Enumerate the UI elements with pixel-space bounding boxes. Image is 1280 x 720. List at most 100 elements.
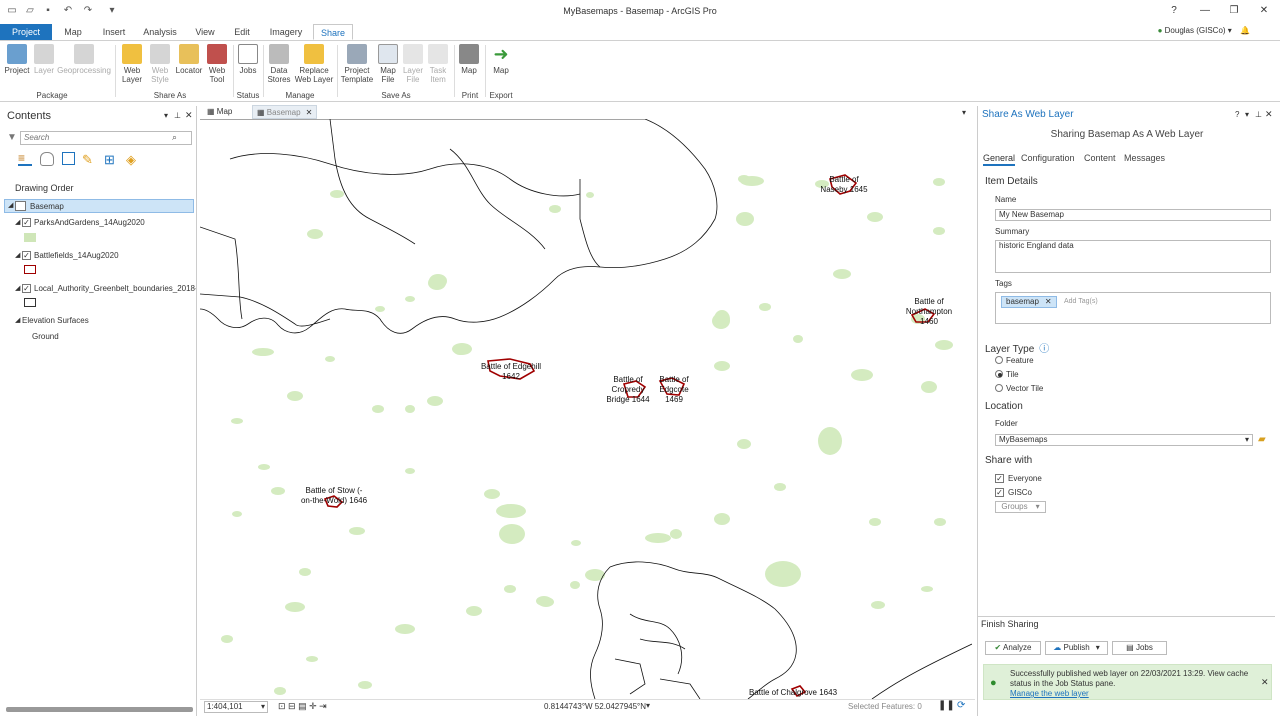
tab-content[interactable]: Content — [1084, 153, 1116, 163]
replace-web-layer-button[interactable]: Replace Web Layer — [294, 44, 334, 84]
list-by-source-icon[interactable] — [40, 152, 54, 166]
tab-general[interactable]: General — [983, 153, 1016, 166]
tab-project[interactable]: Project — [0, 24, 52, 40]
tab-share[interactable]: Share — [313, 24, 353, 40]
locator-button[interactable]: Locator — [174, 44, 204, 75]
ground-label[interactable]: Ground — [32, 332, 59, 341]
tab-insert[interactable]: Insert — [98, 24, 130, 40]
help-button[interactable]: ? — [1166, 4, 1182, 18]
package-project-button[interactable]: Project — [4, 44, 30, 75]
close-button[interactable]: ✕ — [1256, 4, 1272, 18]
jobs-button[interactable]: Jobs — [236, 44, 260, 75]
tag-chip[interactable]: basemap ✕ — [1001, 296, 1057, 308]
export-map-button[interactable]: ➜ Map — [490, 44, 512, 75]
layer-file-button[interactable]: Layer File — [402, 44, 424, 84]
scale-selector[interactable]: 1:404,101 ▾ — [204, 701, 268, 713]
tab-edit[interactable]: Edit — [228, 24, 256, 40]
pane-options-icon[interactable]: ▾ — [1245, 110, 1249, 119]
list-by-drawing-order-icon[interactable]: ≡ — [18, 152, 32, 166]
pin-icon[interactable]: ⊥ — [174, 111, 181, 120]
restore-button[interactable]: ❐ — [1226, 4, 1242, 18]
layer-item-basemap[interactable]: ◢ Basemap — [4, 199, 194, 213]
tab-configuration[interactable]: Configuration — [1021, 153, 1075, 163]
browse-folder-icon[interactable]: ▰ — [1258, 434, 1266, 445]
remove-tag-icon[interactable]: ✕ — [1045, 297, 1052, 306]
web-style-button[interactable]: Web Style — [146, 44, 174, 84]
layout-tools-icon[interactable]: ⊡ ⊟ ▤ ✛ ⇥ — [278, 701, 327, 712]
web-tool-button[interactable]: Web Tool — [204, 44, 230, 84]
dismiss-message-icon[interactable]: ✕ — [1261, 677, 1269, 688]
tags-input[interactable]: basemap ✕ Add Tag(s) — [995, 292, 1271, 324]
radio-vector-tile[interactable] — [995, 384, 1003, 392]
tab-map[interactable]: Map — [58, 24, 88, 40]
parks-symbol-swatch[interactable] — [24, 233, 36, 242]
map-view[interactable]: Battle of Naseby 1645 Battle of Northamp… — [200, 119, 972, 699]
tab-messages[interactable]: Messages — [1124, 153, 1165, 163]
filter-icon[interactable]: ▼ — [7, 132, 17, 143]
name-input[interactable]: My New Basemap — [995, 209, 1271, 221]
help-icon[interactable]: ? — [1235, 110, 1239, 119]
battlefields-symbol-swatch[interactable] — [24, 265, 36, 274]
close-tab-icon[interactable]: ✕ — [306, 108, 313, 117]
info-icon[interactable]: ⓘ — [1039, 344, 1049, 355]
elevation-surfaces-label[interactable]: Elevation Surfaces — [22, 316, 89, 325]
close-pane-icon[interactable]: ✕ — [185, 110, 193, 121]
contents-search-input[interactable]: Search — [20, 131, 192, 145]
org-checkbox[interactable]: ✓ — [995, 488, 1004, 497]
doc-tab-basemap[interactable]: ▦ Basemap ✕ — [252, 105, 318, 119]
layer-visibility-checkbox[interactable]: ✓ — [22, 251, 31, 260]
groups-dropdown[interactable]: Groups ▾ — [995, 501, 1046, 513]
coordinate-readout: 0.8144743°W 52.0427945°N — [544, 702, 647, 711]
list-by-selection-icon[interactable] — [62, 152, 75, 165]
map-file-button[interactable]: Map File — [376, 44, 400, 84]
greenbelt-symbol-swatch[interactable] — [24, 298, 36, 307]
manage-web-layer-link[interactable]: Manage the web layer — [1010, 689, 1089, 698]
coordinate-system-dropdown-icon[interactable]: ▾ — [646, 701, 650, 710]
publish-button[interactable]: ☁ Publish ▾ — [1045, 641, 1108, 655]
tab-imagery[interactable]: Imagery — [266, 24, 306, 40]
list-by-editing-icon[interactable]: ✎ — [82, 152, 93, 168]
tab-analysis[interactable]: Analysis — [140, 24, 180, 40]
jobs-button[interactable]: ▤ Jobs — [1112, 641, 1167, 655]
user-account[interactable]: ● Douglas (GISCo) ▾ 🔔 — [1158, 26, 1250, 35]
doc-tab-map[interactable]: ▦ Map — [203, 105, 236, 119]
layer-label[interactable]: Battlefields_14Aug2020 — [34, 251, 119, 260]
add-tag-placeholder[interactable]: Add Tag(s) — [1064, 297, 1098, 307]
analyze-button[interactable]: ✔ Analyze — [985, 641, 1041, 655]
package-layer-button[interactable]: Layer — [32, 44, 56, 75]
notification-bell-icon[interactable]: 🔔 — [1240, 26, 1250, 35]
map-canvas[interactable] — [200, 119, 972, 699]
pause-drawing-icon[interactable]: ❚❚ — [938, 700, 955, 711]
task-item-button[interactable]: Task Item — [426, 44, 450, 84]
tabs-dropdown-icon[interactable]: ▾ — [962, 108, 966, 117]
layer-label[interactable]: ParksAndGardens_14Aug2020 — [34, 218, 145, 227]
contents-scrollbar[interactable] — [6, 707, 193, 712]
everyone-checkbox[interactable]: ✓ — [995, 474, 1004, 483]
pin-icon[interactable]: ⊥ — [1255, 110, 1262, 119]
print-map-button[interactable]: Map — [458, 44, 480, 75]
layer-label[interactable]: Local_Authority_Greenbelt_boundaries_201… — [34, 284, 196, 293]
list-by-snapping-icon[interactable]: ⊞ — [104, 152, 115, 168]
collapse-icon[interactable]: ◢ — [15, 251, 20, 259]
list-by-labeling-icon[interactable]: ◈ — [126, 152, 136, 168]
collapse-icon[interactable]: ◢ — [15, 284, 20, 292]
data-stores-button[interactable]: Data Stores — [266, 44, 292, 84]
project-template-button[interactable]: Project Template — [340, 44, 374, 84]
collapse-icon[interactable]: ◢ — [15, 218, 20, 226]
package-geoprocessing-button[interactable]: Geoprocessing — [56, 44, 112, 75]
layer-label: Basemap — [30, 202, 64, 211]
pane-options-icon[interactable]: ▾ — [164, 111, 168, 120]
minimize-button[interactable]: — — [1197, 4, 1213, 18]
refresh-icon[interactable]: ⟳ — [957, 700, 965, 711]
radio-tile[interactable] — [995, 370, 1003, 378]
layer-visibility-checkbox[interactable]: ✓ — [22, 284, 31, 293]
layer-visibility-checkbox[interactable]: ✓ — [22, 218, 31, 227]
radio-feature[interactable] — [995, 356, 1003, 364]
collapse-icon[interactable]: ◢ — [15, 316, 20, 324]
summary-input[interactable]: historic England data — [995, 240, 1271, 273]
folder-select[interactable]: MyBasemaps ▾ — [995, 434, 1253, 446]
collapse-icon[interactable]: ◢ — [8, 201, 13, 209]
web-layer-button[interactable]: Web Layer — [118, 44, 146, 84]
tab-view[interactable]: View — [190, 24, 220, 40]
close-pane-icon[interactable]: ✕ — [1265, 109, 1273, 120]
